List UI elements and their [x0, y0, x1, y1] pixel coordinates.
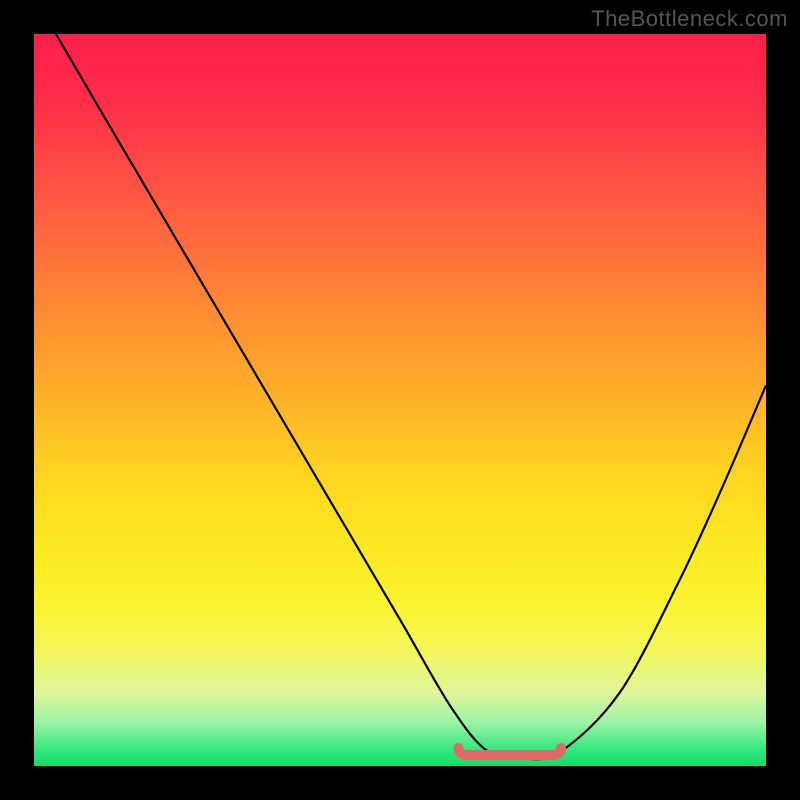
bottleneck-curve-path	[56, 34, 766, 759]
curve-svg	[34, 34, 766, 766]
chart-frame: TheBottleneck.com	[0, 0, 800, 800]
watermark-text: TheBottleneck.com	[591, 6, 788, 32]
plot-area	[34, 34, 766, 766]
trough-marker-path	[459, 748, 561, 755]
